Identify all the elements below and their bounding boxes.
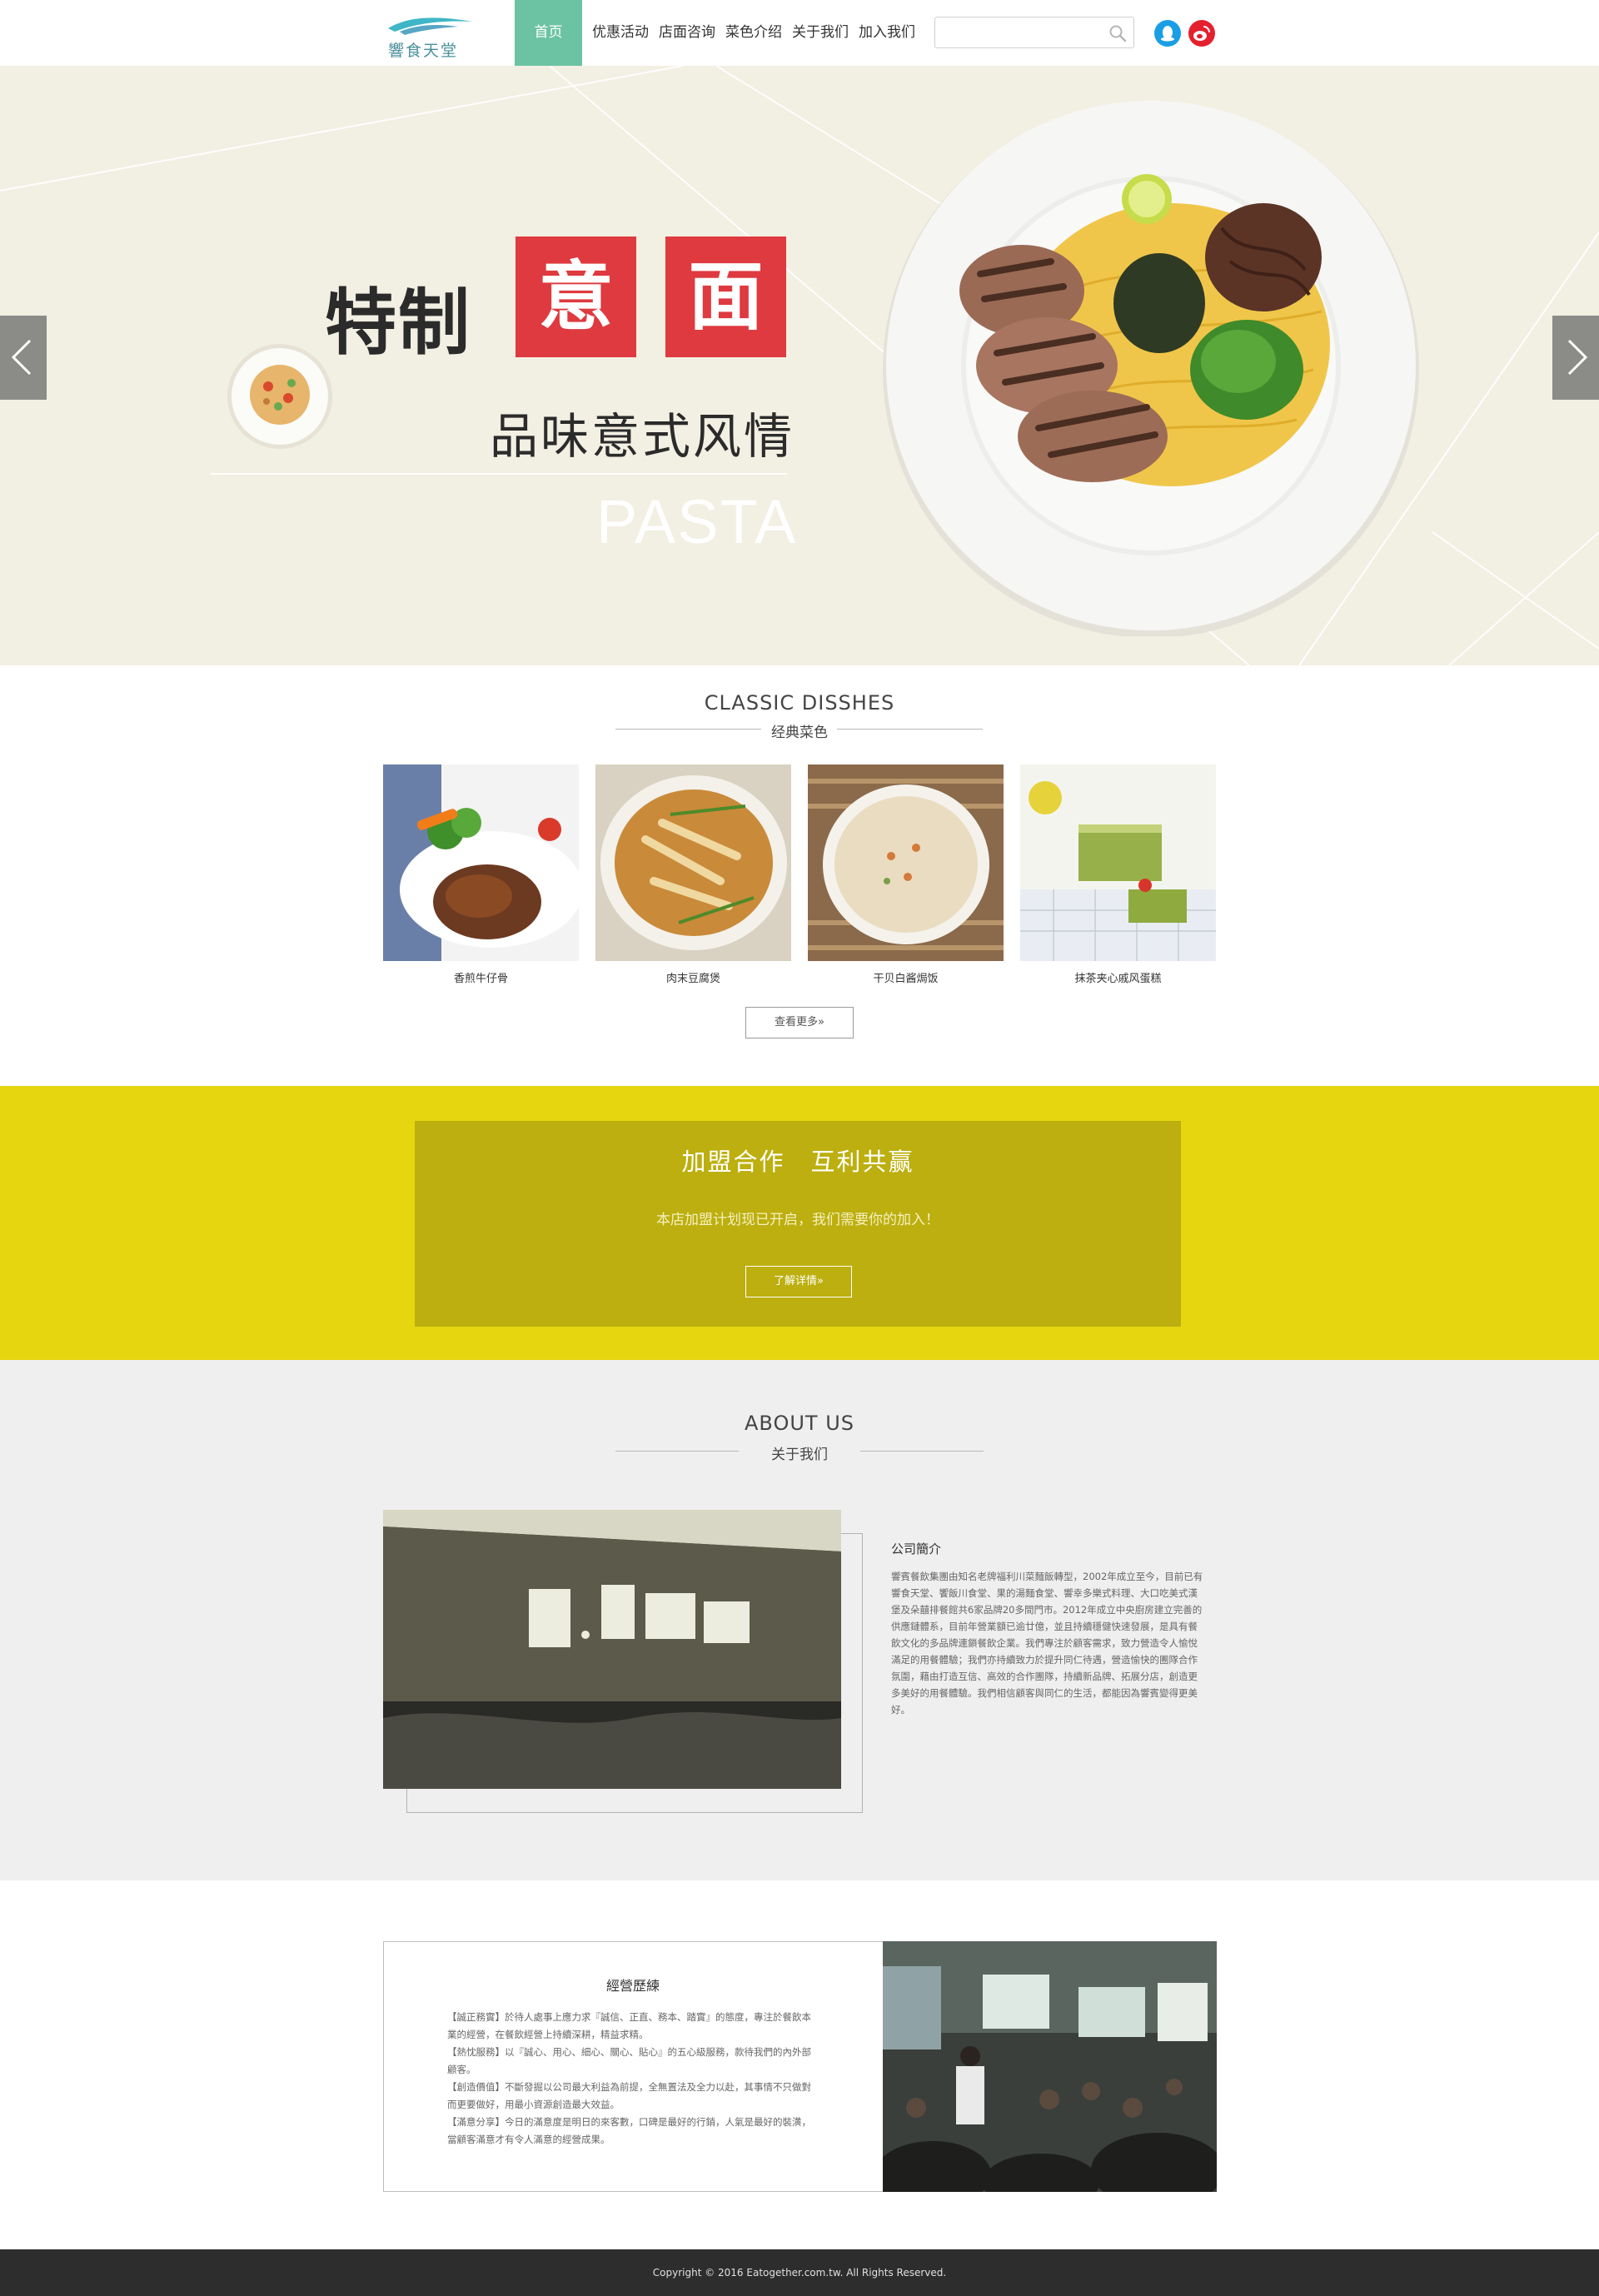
nav-item-join[interactable]: 加入我们 <box>854 0 920 66</box>
search-icon[interactable] <box>1108 24 1127 42</box>
history-title: 經營歷練 <box>605 1978 660 1994</box>
franchise-panel: 加盟合作 互利共赢 本店加盟计划现已开启，我们需要你的加入！ 了解详情» <box>415 1121 1181 1327</box>
banner-title-char-1: 意 <box>516 237 636 357</box>
about-section-title: ABOUT US <box>744 1412 854 1435</box>
history-paragraph: 【誠正務實】於待人處事上應力求『誠信、正直、務本、踏實』的態度，專注於餐飲本業的… <box>447 2011 811 2040</box>
carousel-prev-button[interactable] <box>0 316 47 400</box>
about-section-subtitle: 关于我们 <box>771 1447 828 1463</box>
dishes-title-line-left <box>615 729 761 730</box>
footer-copyright: Copyright © 2016 Eatogether.com.tw. All … <box>652 2267 947 2279</box>
chevron-left-icon <box>11 339 32 376</box>
dish-name-tofu-pot[interactable]: 肉末豆腐煲 <box>595 969 791 985</box>
dish-name-beef-ribs[interactable]: 香煎牛仔骨 <box>383 969 579 985</box>
about-section: ABOUT US 关于我们 公司簡介 響賓餐飲集團由知名老牌福利川菜麵飯轉型，2… <box>0 1360 1599 1880</box>
dish-image-matcha-cake[interactable] <box>1020 765 1216 961</box>
banner-english-title: PASTA <box>596 487 798 556</box>
site-footer: Copyright © 2016 Eatogether.com.tw. All … <box>0 2249 1599 2296</box>
about-company-heading: 公司簡介 <box>891 1541 942 1556</box>
dish-name-matcha-cake[interactable]: 抹茶夹心戚风蛋糕 <box>1020 969 1216 985</box>
dish-name-scallop-rice[interactable]: 干贝白酱焗饭 <box>808 969 1004 985</box>
history-paragraph: 【熱忱服務】以『誠心、用心、細心、關心、貼心』的五心級服務，款待我們的內外部顧客… <box>447 2046 811 2075</box>
restaurant-dining-room-image <box>883 1941 1217 2192</box>
history-paragraph: 【滿意分享】今日的滿意度是明日的來客數，口碑是最好的行銷，人氣是最好的裝潢，當顧… <box>447 2116 811 2145</box>
history-text: 【誠正務實】於待人處事上應力求『誠信、正直、務本、踏實』的態度，專注於餐飲本業的… <box>447 2009 820 2149</box>
hero-banner: 特制 意 面 品味意式风情 PASTA <box>0 66 1599 665</box>
carousel-next-button[interactable] <box>1552 316 1599 400</box>
weibo-icon[interactable] <box>1188 20 1215 47</box>
banner-title: 特制 <box>325 281 471 365</box>
nav-item-menu[interactable]: 菜色介绍 <box>720 0 787 66</box>
pasta-thumbnail-image <box>227 343 333 450</box>
search-input[interactable] <box>942 22 1100 42</box>
main-nav: 首页 优惠活动 店面咨询 菜色介绍 关于我们 加入我们 <box>515 0 920 66</box>
about-title-line-left <box>615 1451 739 1452</box>
banner-subtitle: 品味意式风情 <box>490 408 795 465</box>
dish-image-scallop-rice[interactable] <box>808 765 1004 961</box>
nav-item-store-info[interactable]: 店面咨询 <box>654 0 720 66</box>
franchise-description: 本店加盟计划现已开启，我们需要你的加入！ <box>656 1212 939 1228</box>
about-title-line-right <box>860 1451 984 1452</box>
franchise-title: 加盟合作 互利共赢 <box>681 1148 914 1176</box>
franchise-details-button[interactable]: 了解详情» <box>745 1266 852 1297</box>
dishes-section-title: CLASSIC DISSHES <box>704 691 895 715</box>
pasta-dish-image <box>880 95 1422 638</box>
qq-icon[interactable] <box>1154 20 1181 47</box>
nav-item-promotions[interactable]: 优惠活动 <box>587 0 654 66</box>
restaurant-storefront-image <box>383 1510 841 1789</box>
dishes-title-line-right <box>837 729 983 730</box>
banner-title-char-2: 面 <box>665 237 786 357</box>
dishes-section-subtitle: 经典菜色 <box>771 725 828 741</box>
chevron-right-icon <box>1567 339 1588 376</box>
search-box <box>934 17 1134 48</box>
history-section: 經營歷練 【誠正務實】於待人處事上應力求『誠信、正直、務本、踏實』的態度，專注於… <box>383 1941 1217 2192</box>
view-more-button[interactable]: 查看更多» <box>745 1007 854 1038</box>
dish-image-beef-ribs[interactable] <box>383 765 579 961</box>
history-paragraph: 【創造價值】不斷發掘以公司最大利益為前提，全無置法及全力以赴，其事情不只做對而更… <box>447 2081 811 2110</box>
site-logo[interactable]: 響食天堂 <box>383 10 475 60</box>
logo-text: 響食天堂 <box>388 42 459 60</box>
site-header: 響食天堂 首页 优惠活动 店面咨询 菜色介绍 关于我们 加入我们 <box>0 0 1599 66</box>
franchise-section: 加盟合作 互利共赢 本店加盟计划现已开启，我们需要你的加入！ 了解详情» <box>0 1086 1599 1360</box>
banner-divider <box>211 473 787 475</box>
nav-item-about[interactable]: 关于我们 <box>787 0 854 66</box>
nav-item-home[interactable]: 首页 <box>515 0 582 66</box>
dish-image-tofu-pot[interactable] <box>595 765 791 961</box>
about-company-text: 響賓餐飲集團由知名老牌福利川菜麵飯轉型，2002年成立至今，目前已有響食天堂、饗… <box>891 1571 1203 1716</box>
